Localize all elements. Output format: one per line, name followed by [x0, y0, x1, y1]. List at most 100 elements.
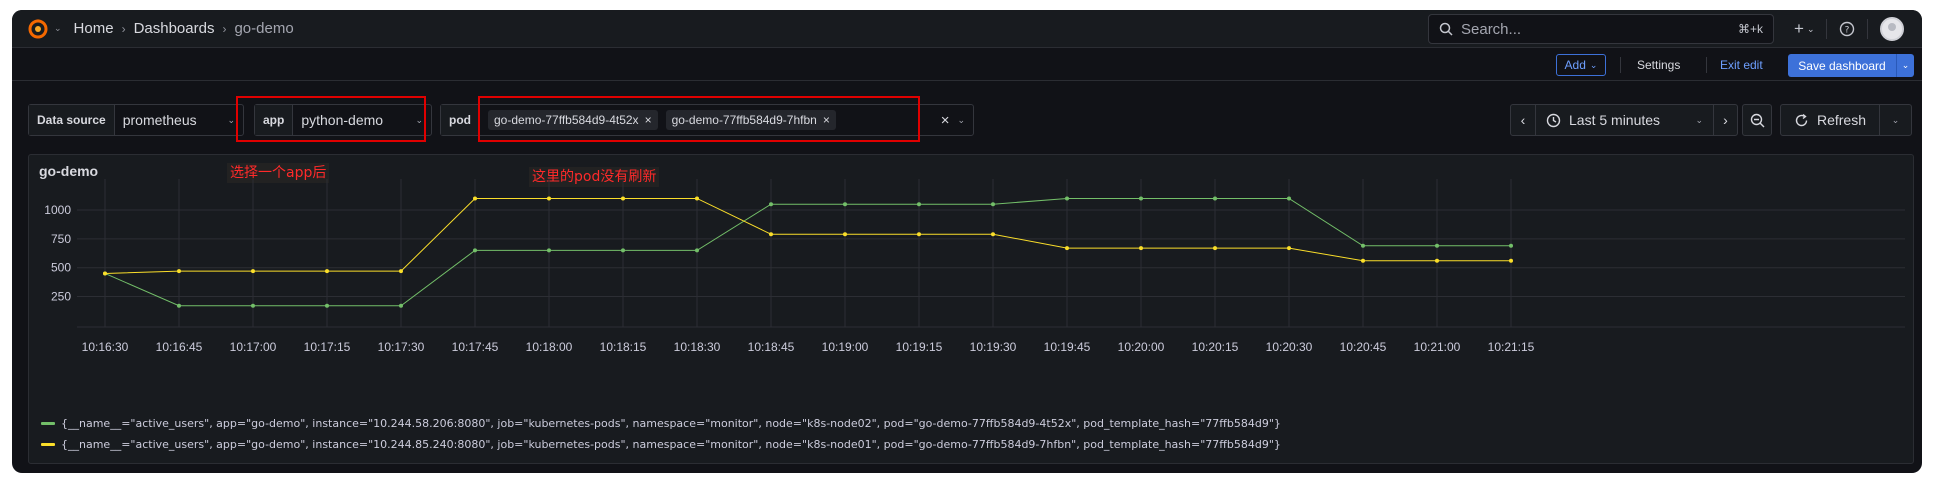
- help-icon: ?: [1840, 21, 1855, 37]
- data-point: [1509, 258, 1513, 263]
- y-tick-label: 1000: [44, 203, 71, 217]
- new-menu-button[interactable]: + ⌄: [1794, 19, 1814, 39]
- zoom-out-icon: [1750, 113, 1764, 127]
- time-range-select[interactable]: Last 5 minutes ⌄: [1535, 105, 1713, 135]
- datasource-value: prometheus: [122, 112, 197, 128]
- divider: [1706, 57, 1707, 73]
- x-tick-label: 10:17:30: [378, 340, 425, 354]
- data-point: [1435, 243, 1439, 248]
- dashboard-toolbar: Add ⌄ Settings Exit edit Save dashboard ⌄: [12, 49, 1922, 81]
- data-point: [695, 196, 699, 201]
- divider: [1620, 57, 1621, 73]
- search-placeholder: Search...: [1461, 20, 1522, 38]
- data-point: [843, 202, 847, 207]
- data-point: [1065, 246, 1069, 251]
- x-tick-label: 10:21:15: [1488, 340, 1535, 354]
- refresh-button[interactable]: Refresh: [1781, 105, 1879, 135]
- line-chart[interactable]: 250 500 750 1000 10:16:30 10:16:45 10:17:00 10:…: [29, 155, 1915, 413]
- search-input[interactable]: Search... ⌘+k: [1428, 14, 1774, 44]
- chevron-down-icon: ⌄: [1891, 114, 1900, 125]
- chevron-down-icon: ⌄: [957, 114, 965, 125]
- series-line: [104, 197, 1511, 307]
- chevron-down-icon[interactable]: ⌄: [1896, 54, 1914, 77]
- data-point: [621, 196, 625, 201]
- datasource-variable: Data source prometheus ⌄: [28, 104, 244, 136]
- refresh-picker: Refresh ⌄: [1780, 104, 1912, 136]
- svg-text:?: ?: [1845, 26, 1850, 36]
- add-button[interactable]: Add ⌄: [1556, 54, 1606, 76]
- highlight-box-pod: [478, 96, 920, 142]
- pod-label: pod: [441, 105, 480, 135]
- data-point: [1139, 196, 1143, 201]
- data-point: [251, 269, 255, 274]
- time-back-button[interactable]: ‹: [1511, 105, 1535, 135]
- data-point: [177, 303, 181, 308]
- chevron-down-icon: ⌄: [227, 114, 235, 125]
- time-range-label: Last 5 minutes: [1569, 112, 1661, 128]
- legend-label: {__name__="active_users", app="go-demo",…: [61, 438, 1281, 451]
- data-point: [103, 271, 107, 276]
- refresh-icon: [1795, 113, 1808, 126]
- exit-edit-button[interactable]: Exit edit: [1720, 54, 1763, 76]
- settings-button[interactable]: Settings: [1637, 54, 1680, 76]
- x-tick-label: 10:21:00: [1414, 340, 1461, 354]
- top-navigation: ⌄ Home › Dashboards › go-demo Search... …: [12, 10, 1922, 48]
- data-point: [1213, 196, 1217, 201]
- data-point: [399, 269, 403, 274]
- breadcrumb-home[interactable]: Home: [74, 20, 114, 37]
- time-forward-button[interactable]: ›: [1713, 105, 1737, 135]
- x-tick-label: 10:20:30: [1266, 340, 1313, 354]
- chevron-right-icon: ›: [222, 21, 227, 36]
- y-tick-label: 250: [51, 290, 71, 304]
- breadcrumb: Home › Dashboards › go-demo: [74, 20, 294, 37]
- save-dashboard-label: Save dashboard: [1798, 58, 1886, 73]
- legend-swatch: [41, 443, 55, 446]
- data-point: [1361, 243, 1365, 248]
- breadcrumb-dashboards[interactable]: Dashboards: [134, 20, 215, 37]
- data-point: [769, 232, 773, 237]
- refresh-label: Refresh: [1816, 112, 1867, 128]
- clear-icon[interactable]: ×: [941, 112, 950, 129]
- data-point: [177, 269, 181, 274]
- x-tick-label: 10:17:00: [230, 340, 277, 354]
- x-tick-label: 10:20:15: [1192, 340, 1239, 354]
- data-point: [399, 303, 403, 308]
- save-dashboard-button[interactable]: Save dashboard ⌄: [1788, 54, 1914, 77]
- chevron-right-icon: ›: [1723, 112, 1728, 128]
- data-point: [1139, 246, 1143, 251]
- x-tick-label: 10:20:45: [1340, 340, 1387, 354]
- x-tick-label: 10:18:15: [600, 340, 647, 354]
- plus-icon: +: [1794, 19, 1804, 38]
- legend-item[interactable]: {__name__="active_users", app="go-demo",…: [41, 438, 1281, 451]
- avatar[interactable]: [1880, 17, 1905, 41]
- grafana-logo-icon[interactable]: [24, 15, 52, 43]
- search-shortcut: ⌘+k: [1737, 22, 1763, 36]
- help-button[interactable]: ?: [1839, 21, 1855, 37]
- data-point: [991, 232, 995, 237]
- x-tick-label: 10:17:45: [452, 340, 499, 354]
- data-point: [325, 269, 329, 274]
- datasource-select[interactable]: prometheus ⌄: [115, 112, 243, 128]
- data-point: [843, 232, 847, 237]
- legend-item[interactable]: {__name__="active_users", app="go-demo",…: [41, 417, 1281, 430]
- data-point: [1435, 258, 1439, 263]
- data-point: [621, 248, 625, 253]
- zoom-out-button[interactable]: [1742, 104, 1772, 136]
- clock-icon: [1546, 113, 1561, 127]
- data-point: [325, 303, 329, 308]
- chevron-down-icon[interactable]: ⌄: [54, 23, 62, 34]
- refresh-interval-select[interactable]: ⌄: [1879, 105, 1911, 135]
- chevron-down-icon: ⌄: [1806, 23, 1815, 34]
- y-tick-label: 750: [51, 232, 71, 246]
- data-point: [547, 248, 551, 253]
- x-tick-label: 10:19:45: [1044, 340, 1091, 354]
- x-tick-label: 10:18:45: [748, 340, 795, 354]
- nav-actions: + ⌄ ?: [1794, 14, 1905, 44]
- legend-label: {__name__="active_users", app="go-demo",…: [61, 417, 1281, 430]
- data-point: [991, 202, 995, 207]
- chevron-right-icon: ›: [121, 21, 126, 36]
- time-picker: ‹ Last 5 minutes ⌄ ›: [1510, 104, 1738, 136]
- data-point: [1287, 246, 1291, 251]
- x-tick-label: 10:19:15: [896, 340, 943, 354]
- highlight-box-app: [236, 96, 426, 142]
